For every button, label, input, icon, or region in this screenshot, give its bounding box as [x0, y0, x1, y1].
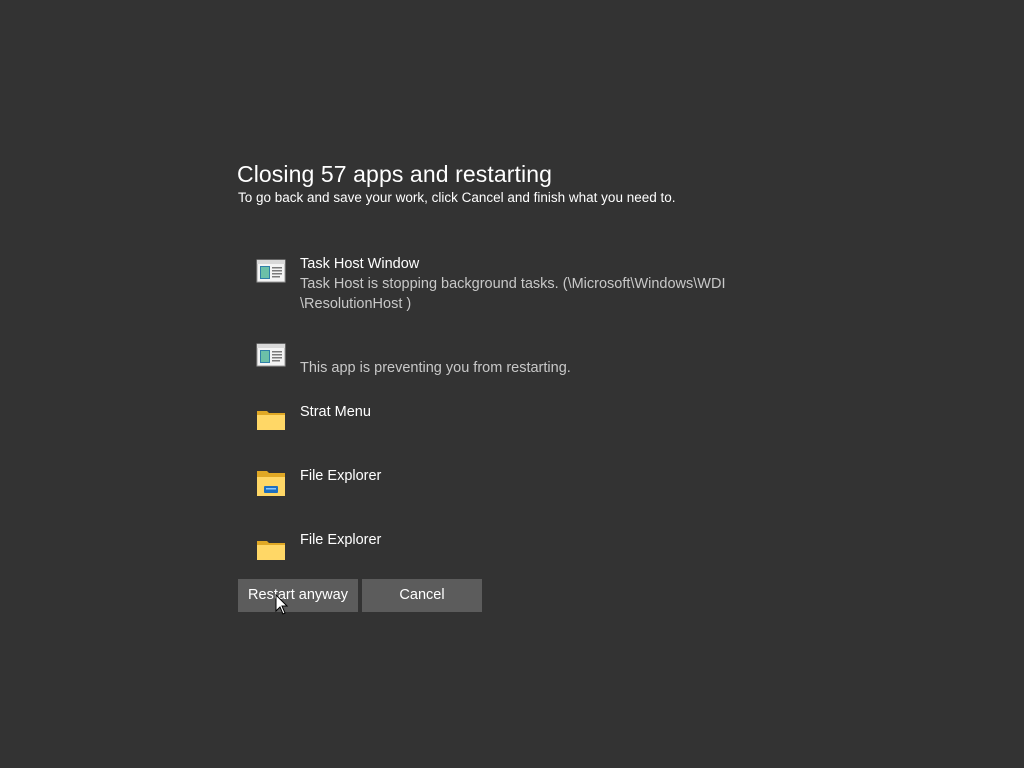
mouse-pointer-icon: [275, 593, 289, 616]
app-name: File Explorer: [300, 532, 382, 548]
folder-icon: [255, 402, 287, 434]
file-explorer-icon: [255, 466, 287, 498]
app-description: Task Host is stopping background tasks. …: [300, 276, 726, 292]
app-text: File Explorer: [300, 466, 770, 486]
app-text: Task Host Window Task Host is stopping b…: [300, 254, 770, 314]
restart-screen: Closing 57 apps and restarting To go bac…: [0, 0, 1024, 768]
task-host-window-icon: [255, 254, 287, 286]
app-description: This app is preventing you from restarti…: [300, 360, 571, 376]
app-name: Strat Menu: [300, 404, 371, 420]
app-text: This app is preventing you from restarti…: [300, 338, 770, 378]
cancel-button[interactable]: Cancel: [362, 579, 482, 612]
app-text: File Explorer: [300, 530, 770, 550]
app-name: [300, 338, 770, 358]
restart-anyway-button[interactable]: Restart anyway: [238, 579, 358, 612]
app-name: File Explorer: [300, 468, 382, 484]
app-text: Strat Menu: [300, 402, 770, 422]
page-title: Closing 57 apps and restarting: [237, 161, 552, 187]
task-host-window-icon: [255, 338, 287, 370]
app-description-continued: \ResolutionHost ): [300, 296, 412, 312]
folder-icon: [255, 530, 287, 562]
closing-apps-dialog: Closing 57 apps and restarting To go bac…: [237, 158, 797, 612]
page-subtitle: To go back and save your work, click Can…: [238, 190, 676, 205]
app-name: Task Host Window: [300, 256, 420, 272]
